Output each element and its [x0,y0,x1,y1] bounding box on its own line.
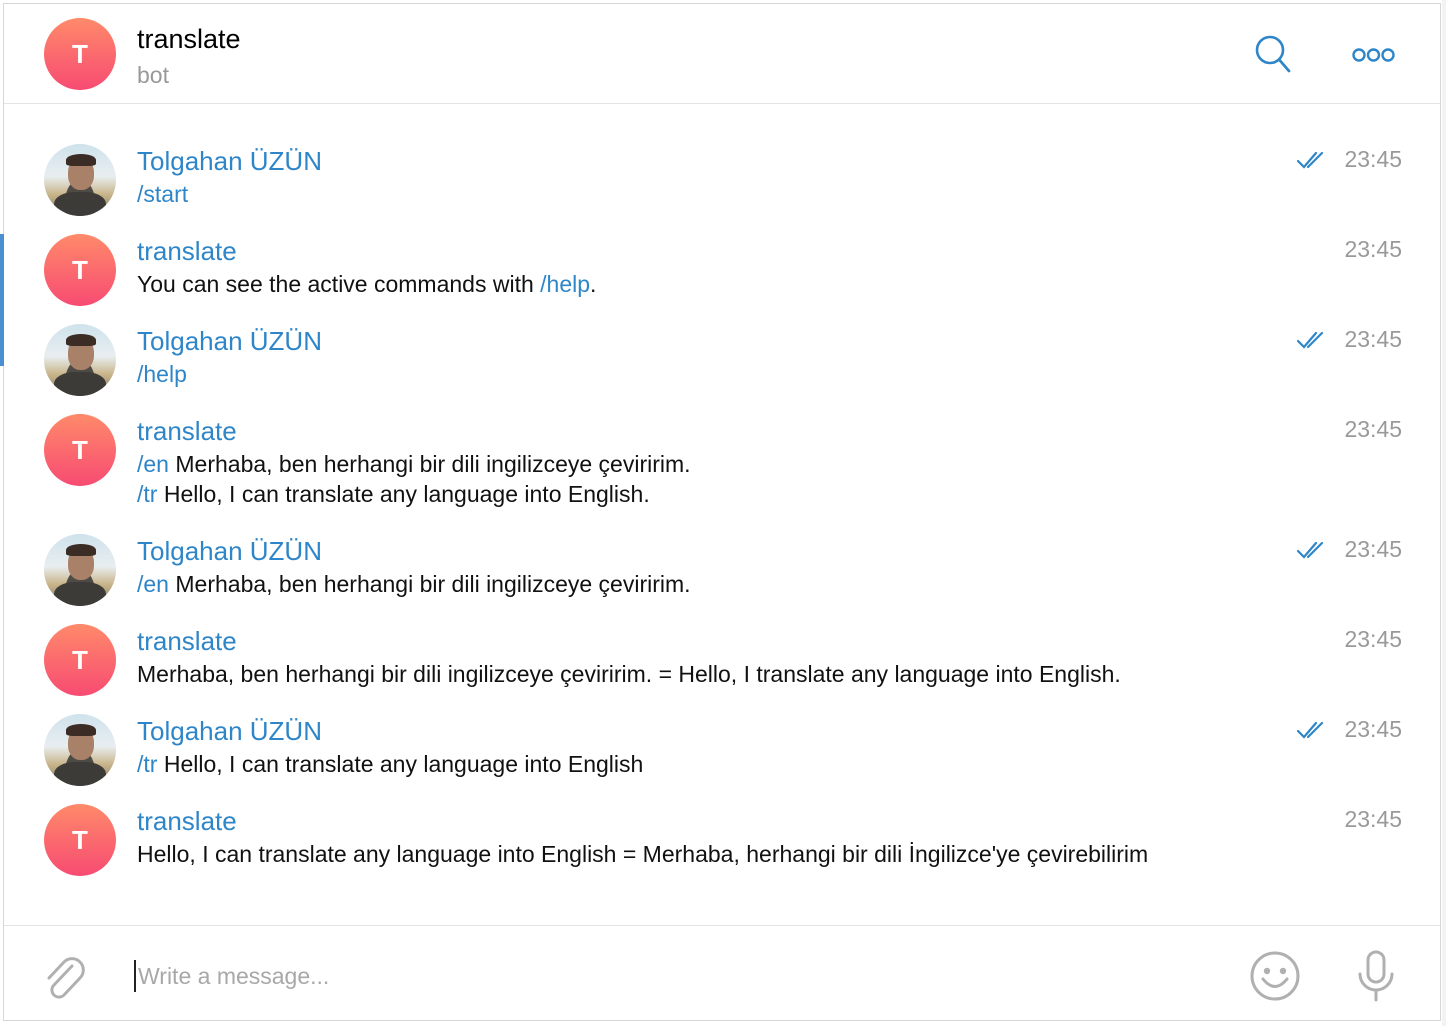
avatar-photo-hair [66,334,96,346]
chat-avatar-letter: T [72,38,88,69]
message-time: 23:45 [1344,716,1402,742]
avatar-photo-shirt [54,762,106,786]
window-edge [1442,0,1446,1026]
message-text-segment: You can see the active commands with [137,271,541,297]
message-text: /tr Hello, I can translate any language … [137,751,643,778]
message-item[interactable]: Tolgahan ÜZÜN/start 23:45 [4,144,1440,224]
user-avatar[interactable] [44,324,116,396]
message-text: Merhaba, ben herhangi bir dili ingilizce… [137,661,1121,688]
message-time: 23:45 [1344,146,1402,172]
message-item[interactable]: Tolgahan ÜZÜN/tr Hello, I can translate … [4,714,1440,794]
user-avatar[interactable] [44,534,116,606]
user-avatar[interactable] [44,144,116,216]
message-text: /en Merhaba, ben herhangi bir dili ingil… [137,451,691,478]
message-text: /start [137,181,188,208]
double-check-icon [1296,150,1328,175]
bot-command-link[interactable]: /tr [137,751,157,777]
message-text-segment: Merhaba, ben herhangi bir dili ingilizce… [137,661,1121,687]
message-item[interactable]: Ttranslate Hello, I can translate any lan… [4,804,1440,884]
message-sender[interactable]: translate [137,416,237,447]
message-sender[interactable]: Tolgahan ÜZÜN [137,146,322,177]
message-text: You can see the active commands with /he… [137,271,596,298]
message-text: /en Merhaba, ben herhangi bir dili ingil… [137,571,691,598]
double-check-icon [1296,720,1328,745]
bot-avatar[interactable]: T [44,414,116,486]
message-text-segment: Hello, I can translate any language into… [157,751,644,777]
avatar-letter: T [72,644,88,675]
bot-avatar[interactable]: T [44,624,116,696]
avatar-letter: T [72,254,88,285]
message-time: 23:45 [1344,416,1402,442]
message-item[interactable]: Ttranslate You can see the active command… [4,234,1440,314]
message-sender[interactable]: translate [137,806,237,837]
bot-command-link[interactable]: /start [137,181,188,207]
message-text: /tr Hello, I can translate any language … [137,481,650,508]
message-sender[interactable]: Tolgahan ÜZÜN [137,326,322,357]
double-check-icon [1296,330,1328,355]
chat-title[interactable]: translate [137,24,241,55]
message-item[interactable]: Ttranslate/en Merhaba, ben herhangi bir … [4,414,1440,524]
microphone-icon[interactable] [1356,950,1396,1009]
double-check-icon [1296,540,1328,565]
message-time: 23:45 [1344,236,1402,262]
bot-command-link[interactable]: /help [540,271,590,297]
bot-command-link[interactable]: /en [137,451,169,477]
message-text-segment: Hello, I can translate any language into… [157,481,650,507]
bot-avatar[interactable]: T [44,234,116,306]
avatar-photo-hair [66,544,96,556]
avatar-photo-shirt [54,192,106,216]
avatar-letter: T [72,434,88,465]
emoji-icon[interactable] [1249,950,1301,1007]
message-text: Hello, I can translate any language into… [137,841,1148,868]
message-item[interactable]: Tolgahan ÜZÜN/help 23:45 [4,324,1440,404]
message-item[interactable]: Tolgahan ÜZÜN/en Merhaba, ben herhangi b… [4,534,1440,614]
chat-header: T translate bot [4,4,1440,104]
avatar-photo-hair [66,724,96,736]
avatar-letter: T [72,824,88,855]
chat-avatar[interactable]: T [44,18,116,90]
message-time: 23:45 [1344,326,1402,352]
avatar-photo-shirt [54,582,106,606]
message-text-segment: Merhaba, ben herhangi bir dili ingilizce… [168,571,691,597]
message-text-segment: . [590,271,597,297]
message-sender[interactable]: translate [137,236,237,267]
message-input[interactable] [134,960,1218,992]
message-text-segment: Hello, I can translate any language into… [137,841,1149,867]
message-text: /help [137,361,187,388]
composer [4,925,1440,1022]
message-sender[interactable]: Tolgahan ÜZÜN [137,716,322,747]
message-time: 23:45 [1344,626,1402,652]
search-icon[interactable] [1254,34,1292,79]
paperclip-icon[interactable] [42,952,88,1007]
message-text-segment: Merhaba, ben herhangi bir dili ingilizce… [168,451,691,477]
bot-command-link[interactable]: /en [137,571,169,597]
bot-command-link[interactable]: /help [137,361,187,387]
avatar-photo-shirt [54,372,106,396]
message-time: 23:45 [1344,806,1402,832]
chat-window: T translate bot Tolgahan ÜZÜN/start 23:45… [0,3,1441,1022]
chat-status: bot [137,62,169,88]
bot-command-link[interactable]: /tr [137,481,157,507]
more-icon[interactable] [1352,46,1396,69]
message-sender[interactable]: translate [137,626,237,657]
bot-avatar[interactable]: T [44,804,116,876]
user-avatar[interactable] [44,714,116,786]
message-time: 23:45 [1344,536,1402,562]
message-sender[interactable]: Tolgahan ÜZÜN [137,536,322,567]
message-item[interactable]: Ttranslate Merhaba, ben herhangi bir dili… [4,624,1440,704]
avatar-photo-hair [66,154,96,166]
